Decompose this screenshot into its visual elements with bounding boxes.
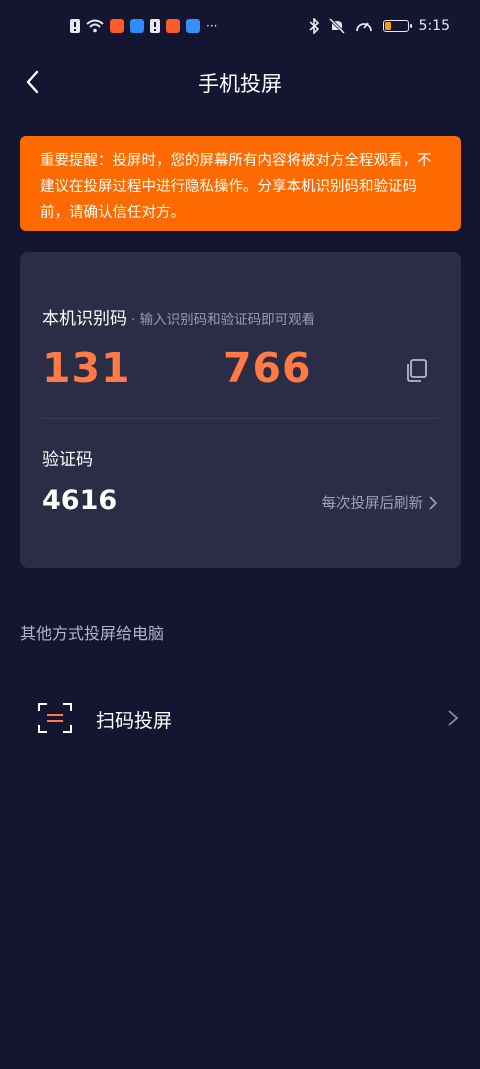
status-bar: ··· 5:15 xyxy=(0,0,480,56)
scan-cast-item[interactable]: 扫码投屏 xyxy=(0,688,480,748)
battery-level xyxy=(384,22,391,30)
wifi-icon xyxy=(86,19,104,33)
search-app-icon xyxy=(130,19,144,33)
verification-code: 4616 xyxy=(42,485,118,516)
scan-icon xyxy=(38,703,72,733)
device-code-label: 本机识别码 xyxy=(42,309,127,329)
device-code-label-row: 本机识别码 · 输入识别码和验证码即可观看 xyxy=(42,304,315,329)
scan-cast-label: 扫码投屏 xyxy=(96,710,173,732)
notification-icons: ··· xyxy=(70,19,217,33)
system-icons: 5:15 xyxy=(309,18,450,34)
device-code-part-2: 766 xyxy=(223,344,312,392)
copy-icon xyxy=(407,359,427,382)
alert-icon xyxy=(150,19,160,33)
chevron-right-icon xyxy=(429,495,437,510)
mute-icon xyxy=(328,18,345,34)
copy-button[interactable] xyxy=(402,355,432,385)
status-time: 5:15 xyxy=(418,18,450,34)
other-methods-title: 其他方式投屏给电脑 xyxy=(20,624,165,643)
chevron-right-icon xyxy=(448,710,459,726)
speedometer-icon xyxy=(355,22,372,32)
app-notification-icon xyxy=(166,19,180,33)
header: 手机投屏 xyxy=(0,56,480,108)
cloud-app-icon xyxy=(186,19,200,33)
app-notification-icon xyxy=(110,19,124,33)
privacy-warning-banner: 重要提醒：投屏时，您的屏幕所有内容将被对方全程观看，不建议在投屏过程中进行隐私操… xyxy=(20,136,461,231)
device-code-card: 本机识别码 · 输入识别码和验证码即可观看 131 766 验证码 4616 每… xyxy=(20,252,461,568)
card-divider xyxy=(42,418,439,419)
refresh-info-text: 每次投屏后刷新 xyxy=(321,496,424,512)
device-code-hint: · 输入识别码和验证码即可观看 xyxy=(131,312,316,328)
bluetooth-icon xyxy=(309,18,319,34)
page-title: 手机投屏 xyxy=(198,72,282,96)
device-code-part-1: 131 xyxy=(42,344,131,392)
verification-label: 验证码 xyxy=(42,450,93,470)
overflow-indicator: ··· xyxy=(206,19,218,33)
alert-icon xyxy=(70,19,80,33)
battery-icon xyxy=(382,20,412,32)
refresh-info-link[interactable]: 每次投屏后刷新 xyxy=(321,492,437,513)
